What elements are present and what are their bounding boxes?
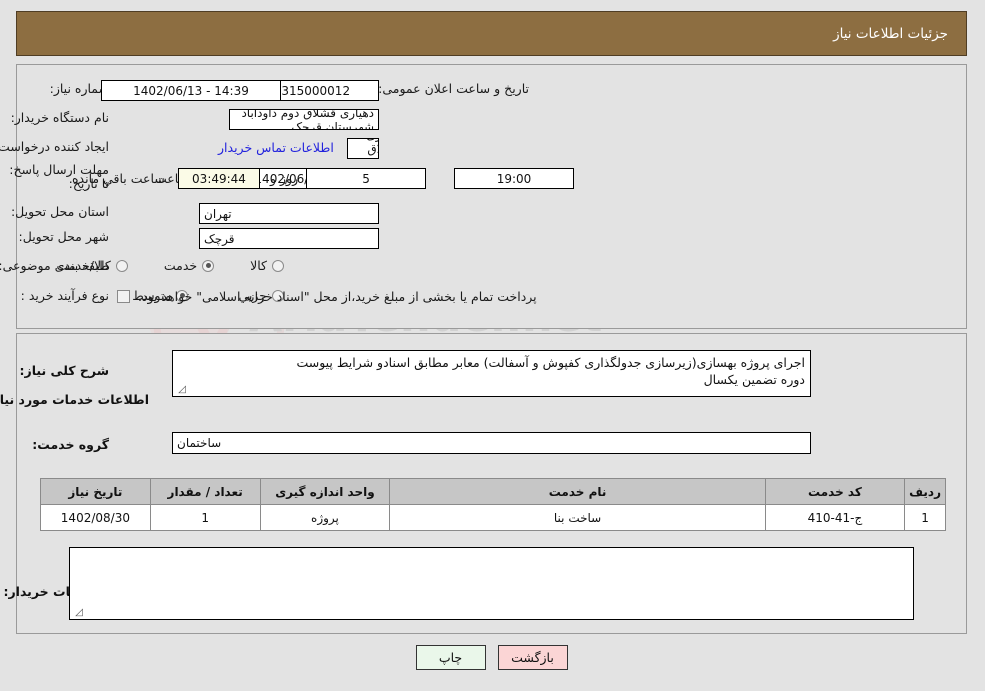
radio-circle-kala[interactable] [273, 259, 285, 272]
request-creator-field[interactable]: رضا علیپور کاربرداز دهیاری قشلاق دوم داو… [348, 138, 380, 159]
cell-quantity: 1 [150, 504, 262, 531]
service-group-field[interactable]: ساختمان [173, 432, 812, 454]
resize-grip-icon[interactable]: ◿ [177, 385, 187, 395]
purchase-process-label: نوع فرآیند خرید : [21, 288, 110, 303]
cell-row: 1 [905, 504, 947, 531]
radio-option-kala[interactable]: کالا [251, 258, 285, 273]
announce-datetime-label: تاریخ و ساعت اعلان عمومی: [379, 81, 530, 96]
cell-need-date: 1402/08/30 [41, 504, 152, 531]
general-description-textarea[interactable]: اجرای پروژه بهسازی(زیرسازی جدولگذاری کفپ… [173, 350, 812, 397]
radio-label-kala: کالا [251, 258, 268, 273]
treasury-note-row: پرداخت تمام یا بخشی از مبلغ خرید،از محل … [118, 289, 615, 304]
subject-category-options: کالا خدمت کالا/خدمت [57, 258, 285, 273]
general-description-value: اجرای پروژه بهسازی(زیرسازی جدولگذاری کفپ… [297, 355, 806, 387]
purchase-process-row: نوع فرآیند خرید : [22, 288, 110, 303]
delivery-province-label: استان محل تحویل: [11, 204, 110, 219]
deadline-remaining-field: 03:49:44 [179, 168, 261, 189]
delivery-city-label: شهر محل تحویل: [19, 229, 110, 244]
th-service-name: نام خدمت [390, 478, 767, 505]
announce-datetime-field[interactable]: 14:39 - 1402/06/13 [102, 80, 282, 101]
cell-service-name: ساخت بنا [390, 504, 767, 531]
buyer-contact-link[interactable]: اطلاعات تماس خریدار [219, 140, 335, 155]
buyer-org-label: نام دستگاه خریدار: [11, 110, 110, 125]
deadline-time-field[interactable]: 19:00 [455, 168, 575, 189]
th-row: ردیف [905, 478, 947, 505]
back-button[interactable]: بازگشت [498, 645, 569, 670]
announce-datetime-row: تاریخ و ساعت اعلان عمومی: [379, 81, 530, 96]
table-row[interactable]: 1 ج-41-410 ساخت بنا پروژه 1 1402/08/30 [41, 504, 947, 531]
services-table: ردیف کد خدمت نام خدمت واحد اندازه گیری ت… [41, 478, 947, 531]
buyer-notes-textarea[interactable]: ◿ [70, 547, 915, 620]
footer-button-bar: بازگشت چاپ [0, 645, 985, 670]
th-service-code: کد خدمت [765, 478, 907, 505]
request-creator-row: ایجاد کننده درخواست: [0, 139, 110, 154]
page-title: جزئیات اطلاعات نیاز [834, 25, 949, 42]
treasury-note-checkbox[interactable] [118, 290, 131, 303]
radio-option-khedmat[interactable]: خدمت [164, 258, 216, 273]
th-quantity: تعداد / مقدار [150, 478, 262, 505]
deadline-days-field[interactable]: 5 [307, 168, 427, 189]
cell-service-code: ج-41-410 [765, 504, 907, 531]
services-section-title: اطلاعات خدمات مورد نیاز [0, 392, 150, 407]
cell-unit: پروژه [260, 504, 392, 531]
request-creator-label: ایجاد کننده درخواست: [0, 139, 110, 154]
print-button[interactable]: چاپ [416, 645, 487, 670]
radio-label-khedmat: خدمت [164, 258, 199, 273]
radio-circle-khedmat[interactable] [203, 259, 216, 272]
page-root: AriaTender.net جزئیات اطلاعات نیاز شماره… [0, 0, 985, 691]
treasury-note-text: پرداخت تمام یا بخشی از مبلغ خرید،از محل … [139, 289, 538, 304]
delivery-province-field[interactable]: تهران [200, 203, 380, 224]
delivery-city-field[interactable]: قرچک [200, 228, 380, 249]
table-header-row: ردیف کد خدمت نام خدمت واحد اندازه گیری ت… [41, 478, 947, 505]
radio-circle-kala-khedmat[interactable] [116, 259, 129, 272]
page-header: جزئیات اطلاعات نیاز [17, 11, 968, 56]
resize-grip-icon-notes[interactable]: ◿ [74, 608, 84, 618]
deadline-days-label: روز و [271, 171, 300, 186]
th-unit: واحد اندازه گیری [260, 478, 392, 505]
deadline-remaining-label: ساعت باقي مانده [73, 171, 166, 186]
general-description-label: شرح کلی نیاز: [20, 363, 110, 378]
service-group-label: گروه خدمت: [33, 437, 110, 452]
delivery-province-row: استان محل تحویل: [12, 204, 110, 219]
buyer-org-row: نام دستگاه خریدار: [12, 110, 110, 125]
th-need-date: تاریخ نیاز [41, 478, 152, 505]
buyer-org-field[interactable]: دهیاری قشلاق دوم داودآباد شهرستان قرچک [230, 109, 380, 130]
radio-option-kala-khedmat[interactable]: کالا/خدمت [57, 258, 129, 273]
radio-label-kala-khedmat: کالا/خدمت [57, 258, 112, 273]
delivery-city-row: شهر محل تحویل: [20, 229, 110, 244]
